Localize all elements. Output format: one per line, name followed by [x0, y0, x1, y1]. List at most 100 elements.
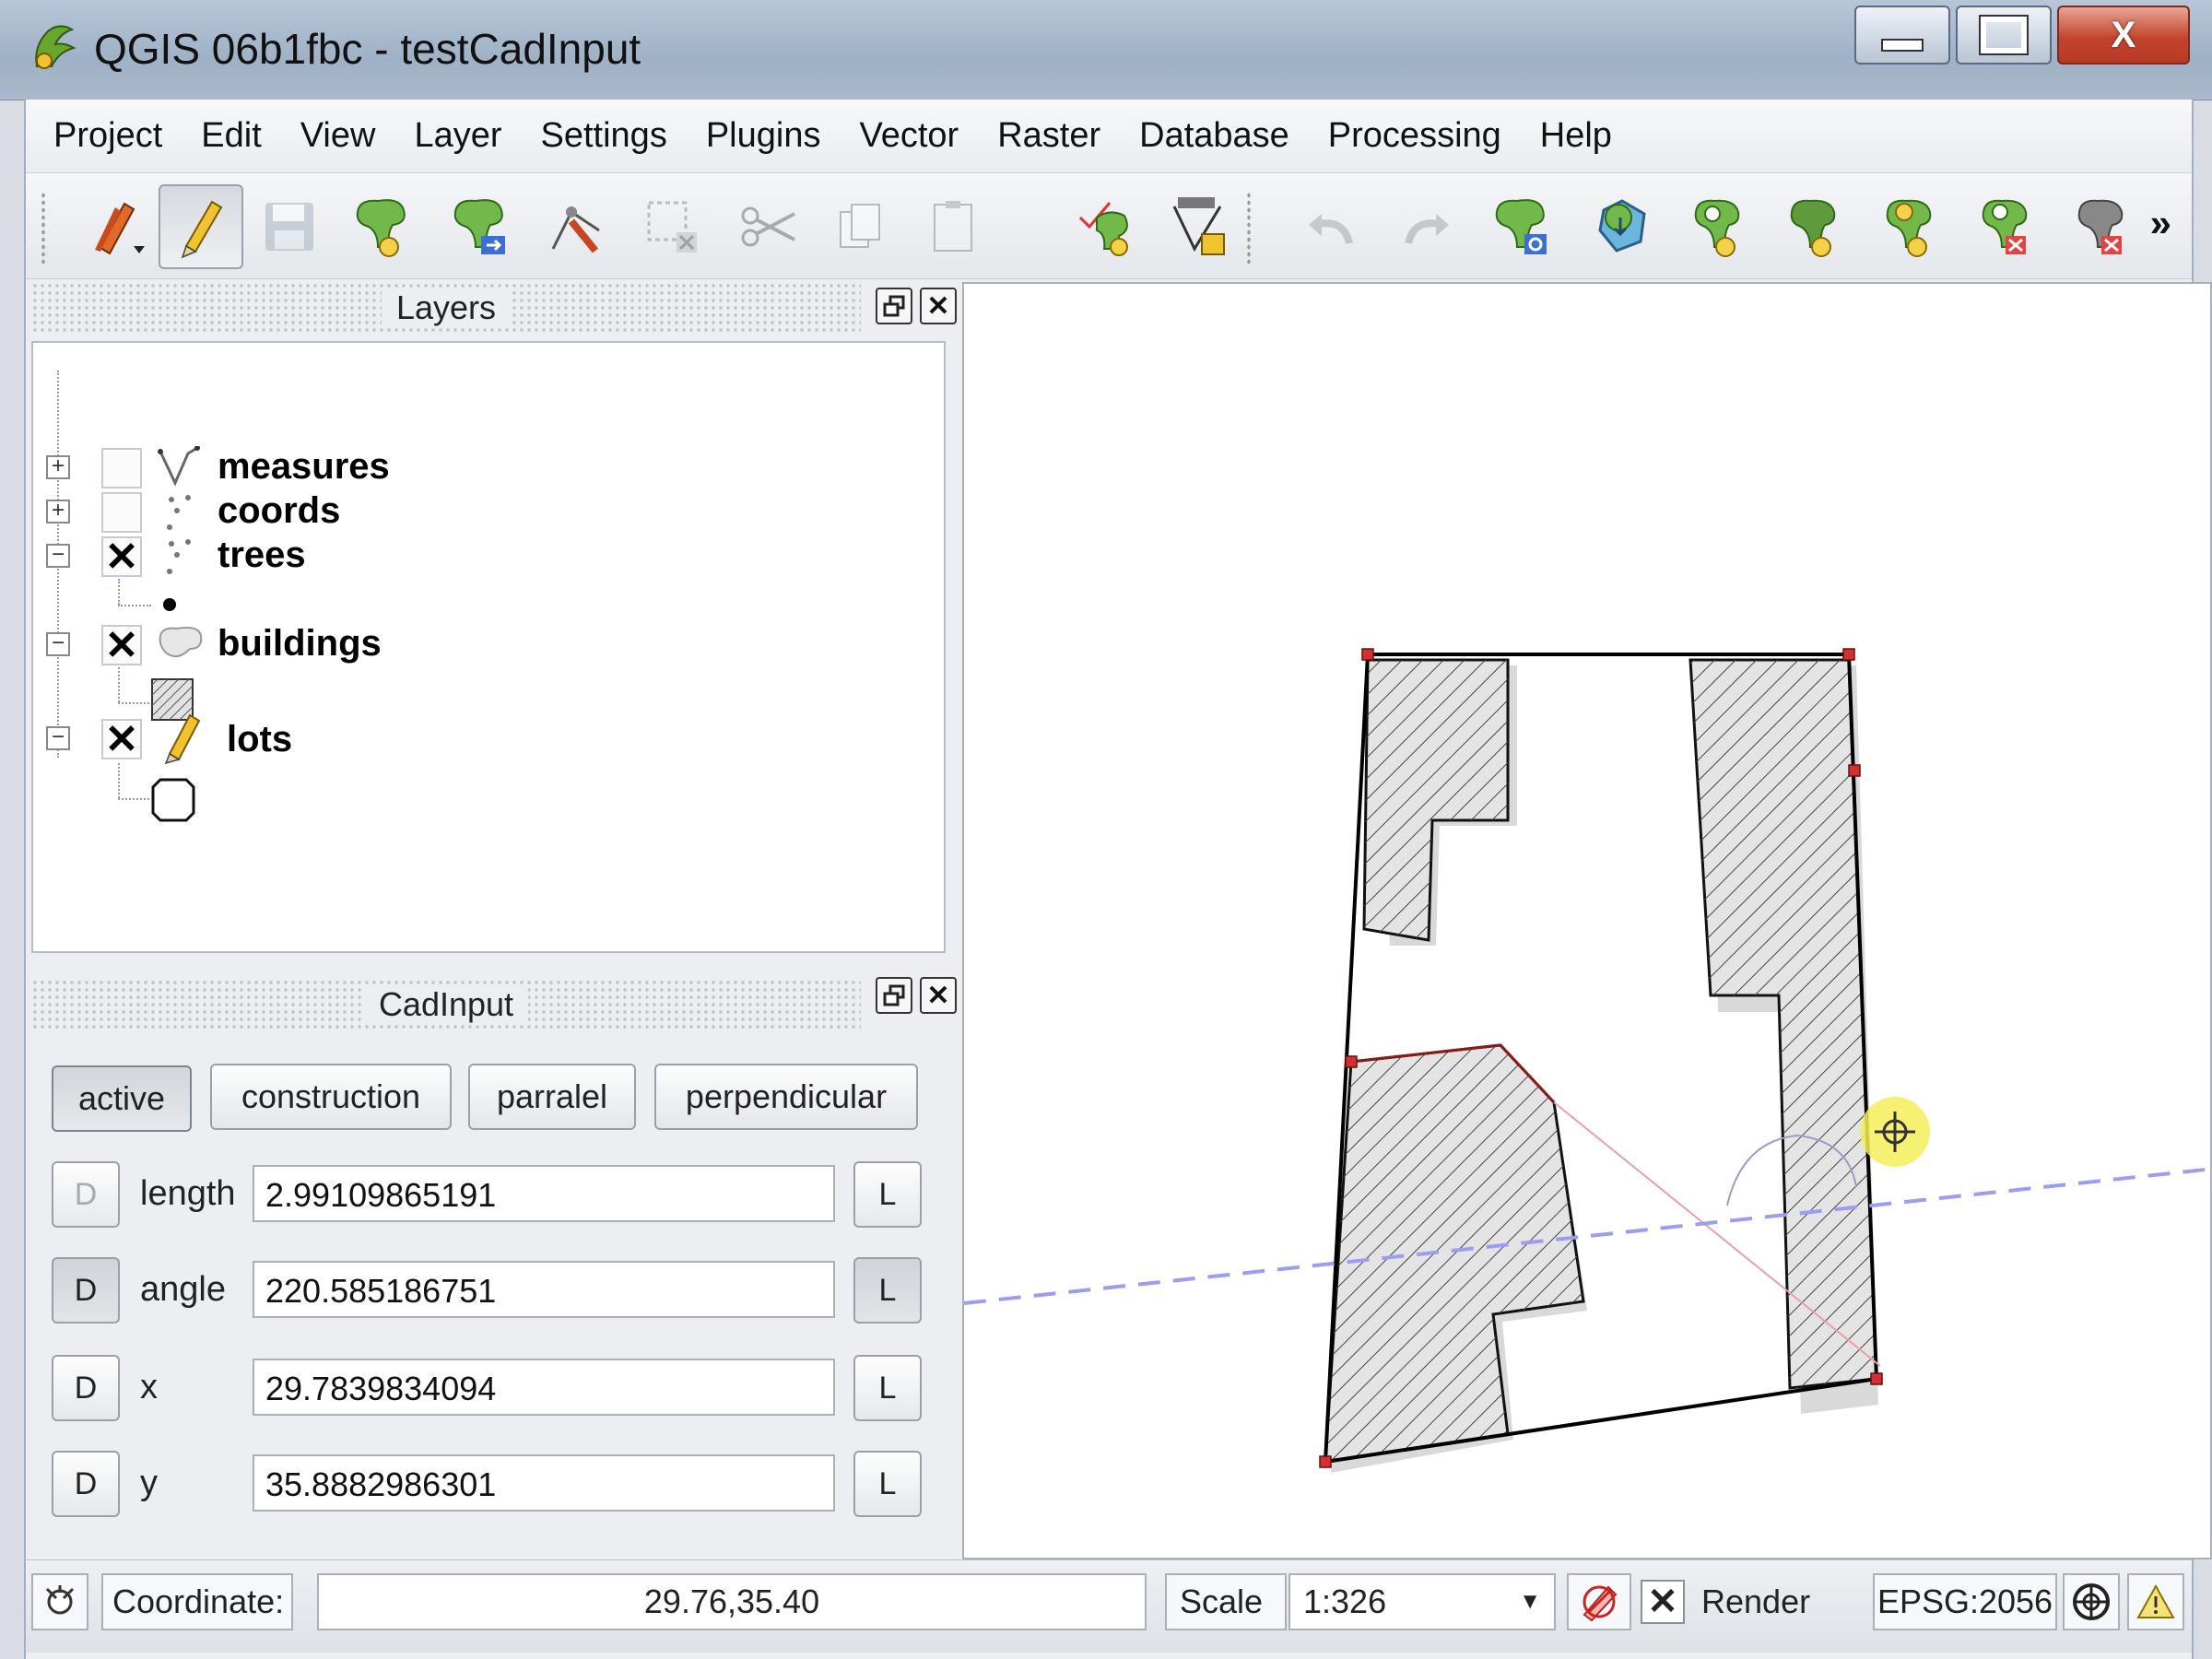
- cad-y-lock-button[interactable]: L: [853, 1451, 922, 1517]
- menu-raster[interactable]: Raster: [997, 116, 1100, 156]
- toolbar-separator: [1246, 192, 1252, 265]
- menu-project[interactable]: Project: [53, 116, 162, 156]
- delete-part-button[interactable]: [2061, 184, 2146, 269]
- expand-measures-toggle[interactable]: +: [46, 455, 70, 479]
- layer-name-measures[interactable]: measures: [218, 446, 390, 488]
- menu-vector[interactable]: Vector: [859, 116, 959, 156]
- projection-button[interactable]: [2063, 1573, 2120, 1630]
- cad-parallel-button[interactable]: parralel: [468, 1064, 636, 1130]
- render-toggle[interactable]: ✕ Render: [1641, 1573, 1862, 1630]
- messages-icon: [45, 1585, 75, 1615]
- cad-x-lock-button[interactable]: L: [853, 1355, 922, 1421]
- close-icon: ✕: [926, 980, 950, 1011]
- layer-name-buildings[interactable]: buildings: [218, 623, 382, 665]
- current-edits-button[interactable]: [77, 184, 162, 269]
- cad-y-distance-button[interactable]: D: [52, 1451, 120, 1517]
- maximize-button[interactable]: [1956, 6, 2052, 65]
- offset-curve-button[interactable]: [1869, 184, 1954, 269]
- cad-active-button[interactable]: active: [52, 1065, 192, 1132]
- toolbar-handle[interactable]: [41, 192, 46, 265]
- tree-connector: [118, 763, 120, 798]
- layers-panel-close-button[interactable]: ✕: [920, 288, 957, 324]
- cad-x-input[interactable]: 29.7839834094: [253, 1359, 835, 1416]
- toggle-editing-button[interactable]: [159, 184, 243, 269]
- cad-y-input[interactable]: 35.8882986301: [253, 1454, 835, 1512]
- editing-pencil-icon: [164, 713, 201, 765]
- collapse-buildings-toggle[interactable]: −: [46, 632, 70, 656]
- cad-angle-distance-button[interactable]: D: [52, 1257, 120, 1324]
- layer-name-coords[interactable]: coords: [218, 490, 340, 532]
- cadinput-panel-float-button[interactable]: [876, 977, 912, 1014]
- point-layer-icon: [167, 539, 191, 574]
- redo-icon: [1405, 214, 1449, 245]
- cadinput-panel-close-button[interactable]: ✕: [920, 977, 957, 1014]
- tree-connector: [118, 605, 151, 606]
- fill-ring-button[interactable]: [1773, 184, 1858, 269]
- save-edits-button[interactable]: [247, 184, 332, 269]
- add-ring-button[interactable]: [1064, 184, 1148, 269]
- menu-database[interactable]: Database: [1139, 116, 1289, 156]
- stop-render-button[interactable]: [1567, 1573, 1631, 1630]
- menu-edit[interactable]: Edit: [201, 116, 261, 156]
- menu-plugins[interactable]: Plugins: [706, 116, 821, 156]
- move-feature-button[interactable]: [439, 184, 524, 269]
- redo-button[interactable]: [1384, 184, 1469, 269]
- layers-panel-float-button[interactable]: [876, 288, 912, 324]
- render-checkbox[interactable]: ✕: [1641, 1580, 1685, 1624]
- close-button[interactable]: X: [2057, 6, 2190, 65]
- layer-checkbox-measures[interactable]: [101, 448, 142, 488]
- move-feature-icon: [453, 199, 505, 254]
- cad-length-distance-button[interactable]: D: [52, 1161, 120, 1228]
- simplify-feature-button[interactable]: [1480, 184, 1565, 269]
- layer-name-lots[interactable]: lots: [227, 719, 292, 760]
- cad-length-lock-button[interactable]: L: [853, 1161, 922, 1228]
- chevron-down-icon: ▼: [1519, 1589, 1541, 1614]
- tree-connector: [118, 702, 149, 704]
- collapse-lots-toggle[interactable]: −: [46, 726, 70, 750]
- map-canvas[interactable]: [962, 282, 2212, 1559]
- menu-layer[interactable]: Layer: [414, 116, 501, 156]
- warning-button[interactable]: [2127, 1573, 2184, 1630]
- menu-help[interactable]: Help: [1540, 116, 1612, 156]
- layer-checkbox-lots[interactable]: ✕: [101, 717, 142, 762]
- add-part-button[interactable]: [1677, 184, 1762, 269]
- delete-selected-button[interactable]: [630, 184, 715, 269]
- scale-combobox[interactable]: 1:326 ▼: [1288, 1573, 1556, 1630]
- paste-features-button[interactable]: [911, 184, 995, 269]
- cad-y-label: y: [140, 1464, 158, 1502]
- toolbar-overflow-button[interactable]: »: [2150, 201, 2171, 245]
- minimize-button[interactable]: [1854, 6, 1950, 65]
- fill-ring-icon: [1790, 199, 1836, 257]
- menu-settings[interactable]: Settings: [541, 116, 667, 156]
- messages-button[interactable]: [31, 1573, 88, 1630]
- outline-fill-symbol-icon: [151, 778, 195, 822]
- expand-coords-toggle[interactable]: +: [46, 500, 70, 524]
- layers-tree[interactable]: + measures + coords − ✕ trees − ✕ buildi…: [31, 341, 946, 953]
- layer-checkbox-trees[interactable]: ✕: [101, 535, 142, 580]
- cad-construction-button[interactable]: construction: [210, 1064, 452, 1130]
- layer-checkbox-coords[interactable]: [101, 492, 142, 533]
- node-tool-button[interactable]: [535, 184, 619, 269]
- layers-panel-title[interactable]: Layers: [31, 282, 861, 334]
- reshape-button[interactable]: [1156, 184, 1241, 269]
- menu-processing[interactable]: Processing: [1328, 116, 1501, 156]
- coordinate-field[interactable]: 29.76,35.40: [317, 1573, 1147, 1630]
- cadinput-panel-title[interactable]: CadInput: [31, 979, 861, 1030]
- copy-features-button[interactable]: [818, 184, 903, 269]
- cad-length-input[interactable]: 2.99109865191: [253, 1165, 835, 1222]
- cad-x-distance-button[interactable]: D: [52, 1355, 120, 1421]
- collapse-trees-toggle[interactable]: −: [46, 544, 70, 568]
- layer-name-trees[interactable]: trees: [218, 535, 306, 576]
- cad-perpendicular-button[interactable]: perpendicular: [654, 1064, 918, 1130]
- undo-button[interactable]: [1288, 184, 1373, 269]
- menu-view[interactable]: View: [300, 116, 376, 156]
- layer-checkbox-buildings[interactable]: ✕: [101, 623, 142, 668]
- crs-button[interactable]: EPSG:2056: [1873, 1573, 2057, 1630]
- add-feature-button[interactable]: [341, 184, 426, 269]
- stop-render-icon: [1583, 1585, 1618, 1622]
- cad-angle-lock-button[interactable]: L: [853, 1257, 922, 1324]
- delete-ring-button[interactable]: [1965, 184, 2050, 269]
- rotate-feature-button[interactable]: [1580, 184, 1665, 269]
- cad-angle-input[interactable]: 220.585186751: [253, 1261, 835, 1318]
- cut-features-button[interactable]: [726, 184, 811, 269]
